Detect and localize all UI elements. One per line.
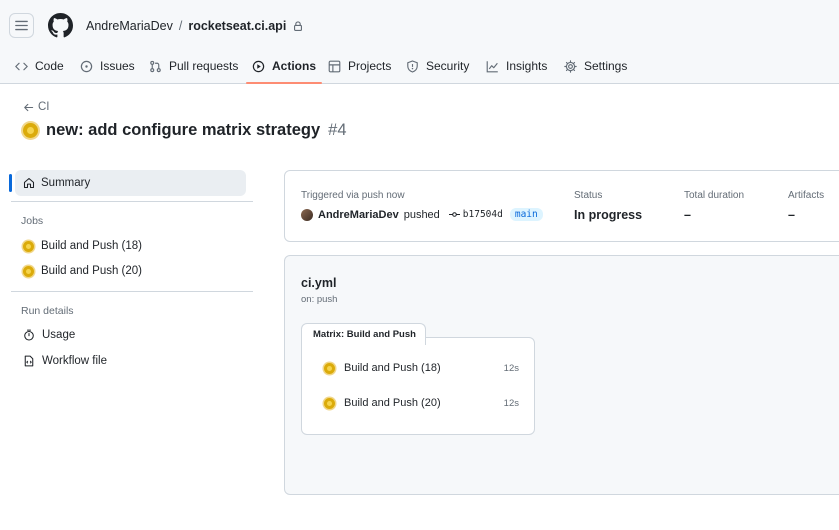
run-title-text: new: add configure matrix strategy [46,121,321,139]
github-logo-icon[interactable] [48,13,73,38]
job-name: Build and Push (20) [344,397,441,409]
graph-job-node[interactable]: Build and Push (20) 12s [324,397,519,409]
tab-label: Issues [100,59,135,73]
pull-request-icon [150,60,161,72]
status-label: Status [574,190,603,201]
code-icon [15,62,28,70]
arrow-left-icon [24,103,34,111]
run-summary-card: Triggered via push now AndreMariaDev pus… [284,170,839,242]
file-code-icon [24,355,34,367]
lock-icon [294,21,303,31]
sidebar-item-label: Build and Push (20) [41,265,143,277]
breadcrumb-separator: / [178,19,183,33]
artifacts-value: – [788,208,795,222]
artifacts-label: Artifacts [788,190,825,201]
issue-icon [80,60,93,72]
in-progress-icon [23,265,34,277]
tab-label: Insights [506,59,548,73]
job-duration: 12s [503,397,519,409]
tab-label: Security [426,59,470,73]
run-number: #4 [328,121,347,139]
workflow-file-name[interactable]: ci.yml [301,276,336,290]
sidebar-item-label: Summary [41,177,91,189]
tab-label: Pull requests [169,59,239,73]
owner-link[interactable]: AndreMariaDev [86,19,173,33]
in-progress-icon [23,240,34,252]
sidebar-item-summary[interactable]: Summary [9,170,246,196]
repo-header: AndreMariaDev / rocketseat.ci.api Code I… [0,0,839,84]
sidebar-divider [11,201,253,202]
sidebar-item-workflow-file[interactable]: Workflow file [23,355,107,367]
sidebar-divider [11,291,253,292]
job-name: Build and Push (18) [344,362,441,374]
graph-job-node[interactable]: Build and Push (18) 12s [324,362,519,374]
sidebar-item-label: Workflow file [42,355,107,367]
in-progress-icon [324,362,335,374]
triggered-label: Triggered via push now [301,190,405,201]
tab-settings[interactable]: Settings [564,49,627,83]
in-progress-icon [23,123,38,138]
sidebar-item-job[interactable]: Build and Push (18) [23,240,142,252]
actor-link[interactable]: AndreMariaDev [318,209,399,221]
sidebar-item-usage[interactable]: Usage [23,329,75,341]
commit-sha: b17504d [462,209,503,220]
branch-badge[interactable]: main [509,208,543,221]
jobs-heading: Jobs [21,215,44,227]
stopwatch-icon [24,329,34,341]
duration-value: – [684,208,691,222]
menu-button[interactable] [9,13,34,38]
tab-security[interactable]: Security [406,49,469,83]
graph-icon [486,60,498,72]
breadcrumb: AndreMariaDev / rocketseat.ci.api [86,19,303,33]
shield-icon [407,59,418,73]
sidebar-item-job[interactable]: Build and Push (20) [23,265,142,277]
sidebar-item-label: Usage [42,329,76,341]
run-details-heading: Run details [21,305,74,317]
commit-link[interactable]: b17504d [448,209,503,220]
table-icon [328,60,341,72]
status-value: In progress [574,208,643,222]
tab-label: Actions [272,59,317,73]
back-link-label: CI [38,101,50,113]
back-to-workflow-link[interactable]: CI [23,101,50,113]
gear-icon [564,59,577,73]
run-title: new: add configure matrix strategy #4 [23,121,347,140]
in-progress-icon [324,397,335,409]
workflow-trigger: on: push [301,294,338,305]
tab-label: Code [35,59,64,73]
avatar[interactable] [301,208,313,221]
tab-label: Projects [348,59,392,73]
job-duration: 12s [503,362,519,374]
hamburger-icon [15,20,28,31]
tab-issues[interactable]: Issues [80,49,135,83]
tab-projects[interactable]: Projects [328,49,391,83]
push-verb: pushed [403,208,440,221]
play-icon [252,60,265,72]
duration-label: Total duration [684,190,745,201]
tab-insights[interactable]: Insights [486,49,547,83]
tab-label: Settings [584,59,628,73]
sidebar-item-label: Build and Push (18) [41,240,143,252]
tab-actions[interactable]: Actions [245,49,323,84]
repo-link[interactable]: rocketseat.ci.api [188,19,286,33]
git-commit-icon [448,212,460,217]
matrix-label: Matrix: Build and Push [301,323,426,345]
push-info: AndreMariaDev pushed b17504d main [301,208,543,221]
matrix-group: Build and Push (18) 12s Build and Push (… [301,337,535,435]
tab-code[interactable]: Code [15,49,64,83]
tab-pull-requests[interactable]: Pull requests [149,49,238,83]
home-icon [23,177,35,189]
